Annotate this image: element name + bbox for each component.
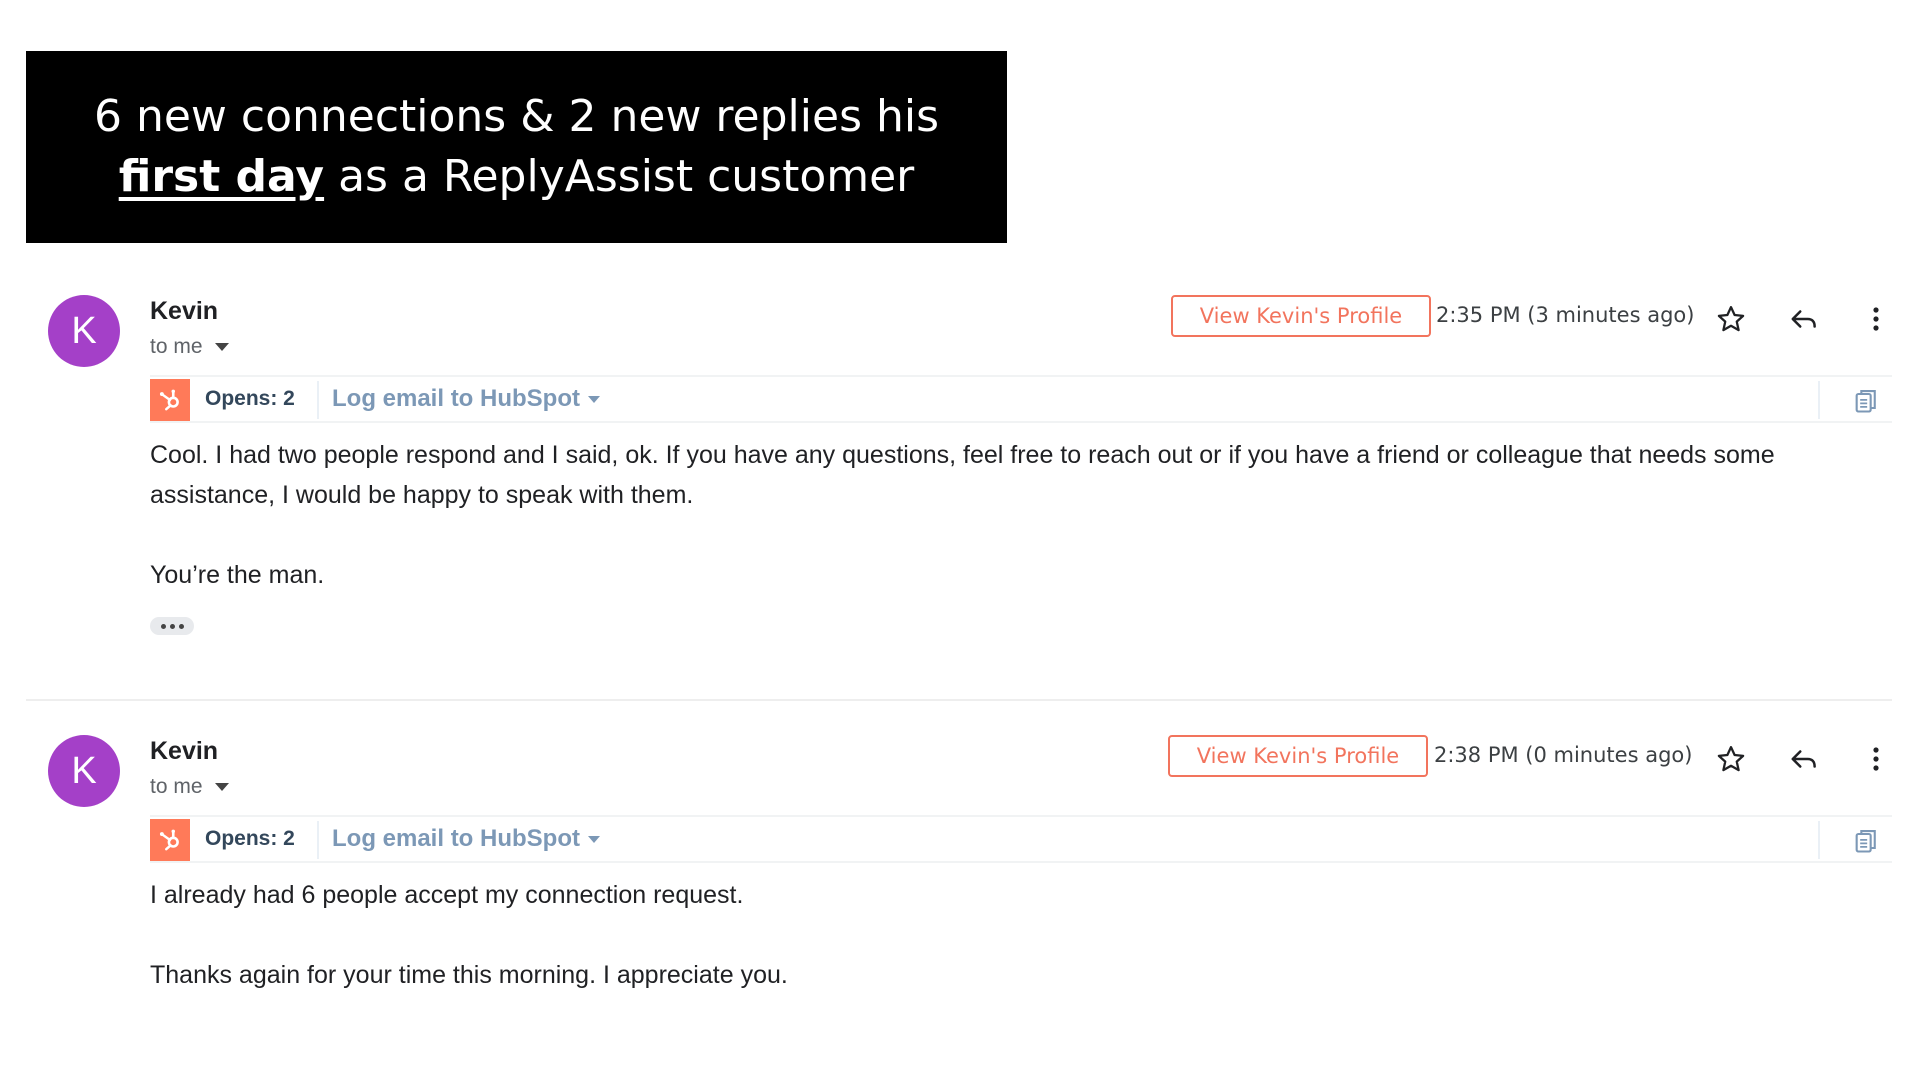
toolbar-divider	[1818, 381, 1820, 419]
avatar[interactable]: K	[48, 295, 120, 367]
star-icon	[1717, 306, 1745, 332]
email-body: Cool. I had two people respond and I sai…	[150, 435, 1850, 641]
hubspot-logo-icon[interactable]	[150, 819, 190, 861]
log-to-hubspot-label: Log email to HubSpot	[332, 825, 580, 852]
hubspot-toolbar: Opens: 2 Log email to HubSpot	[150, 375, 1892, 423]
reply-icon	[1791, 750, 1816, 768]
recipient-label: to me	[150, 335, 203, 358]
ellipsis-icon	[160, 623, 166, 629]
chevron-down-icon	[214, 343, 229, 351]
view-profile-button[interactable]: View Kevin's Profile	[1168, 735, 1428, 777]
view-profile-button[interactable]: View Kevin's Profile	[1171, 295, 1431, 337]
sender-name[interactable]: Kevin	[150, 297, 218, 326]
message-divider	[26, 699, 1892, 701]
recipient-label: to me	[150, 775, 203, 798]
log-to-hubspot-dropdown[interactable]: Log email to HubSpot	[332, 385, 600, 413]
body-paragraph: You’re the man.	[150, 561, 325, 589]
body-paragraph: I already had 6 people accept my connect…	[150, 881, 744, 909]
headline-banner: 6 new connections & 2 new replies his fi…	[26, 51, 1007, 243]
opens-count: Opens: 2	[205, 827, 295, 850]
toolbar-divider	[317, 381, 319, 419]
recipient-details-toggle[interactable]: to me	[150, 775, 229, 799]
toolbar-divider	[1818, 821, 1820, 859]
banner-line-2: first day as a ReplyAssist customer	[26, 147, 1007, 207]
opens-count: Opens: 2	[205, 387, 295, 410]
banner-emphasis: first day	[118, 151, 325, 202]
banner-line-1: 6 new connections & 2 new replies his	[93, 91, 940, 142]
reply-icon	[1791, 310, 1816, 328]
reply-button[interactable]	[1786, 741, 1822, 777]
email-body: I already had 6 people accept my connect…	[150, 875, 1850, 995]
chevron-down-icon	[587, 395, 600, 403]
more-options-button[interactable]	[1858, 301, 1894, 337]
chevron-down-icon	[214, 783, 229, 791]
star-button[interactable]	[1713, 301, 1749, 337]
timestamp: 2:35 PM (3 minutes ago)	[1436, 303, 1695, 327]
hubspot-toolbar: Opens: 2 Log email to HubSpot	[150, 815, 1892, 863]
more-vert-icon	[1873, 307, 1879, 331]
body-paragraph: Cool. I had two people respond and I sai…	[150, 441, 1775, 509]
timestamp: 2:38 PM (0 minutes ago)	[1434, 743, 1693, 767]
hubspot-logo-icon[interactable]	[150, 379, 190, 421]
chevron-down-icon	[587, 835, 600, 843]
sender-name[interactable]: Kevin	[150, 737, 218, 766]
copy-icon[interactable]	[1852, 387, 1880, 415]
more-options-button[interactable]	[1858, 741, 1894, 777]
banner-line-2-rest: as a ReplyAssist customer	[324, 151, 915, 202]
log-to-hubspot-label: Log email to HubSpot	[332, 385, 580, 412]
reply-button[interactable]	[1786, 301, 1822, 337]
toolbar-divider	[317, 821, 319, 859]
star-icon	[1717, 746, 1745, 772]
star-button[interactable]	[1713, 741, 1749, 777]
log-to-hubspot-dropdown[interactable]: Log email to HubSpot	[332, 825, 600, 853]
avatar[interactable]: K	[48, 735, 120, 807]
body-paragraph: Thanks again for your time this morning.…	[150, 961, 788, 989]
recipient-details-toggle[interactable]: to me	[150, 335, 229, 359]
more-vert-icon	[1873, 747, 1879, 771]
show-trimmed-content-button[interactable]	[150, 617, 194, 635]
copy-icon[interactable]	[1852, 827, 1880, 855]
